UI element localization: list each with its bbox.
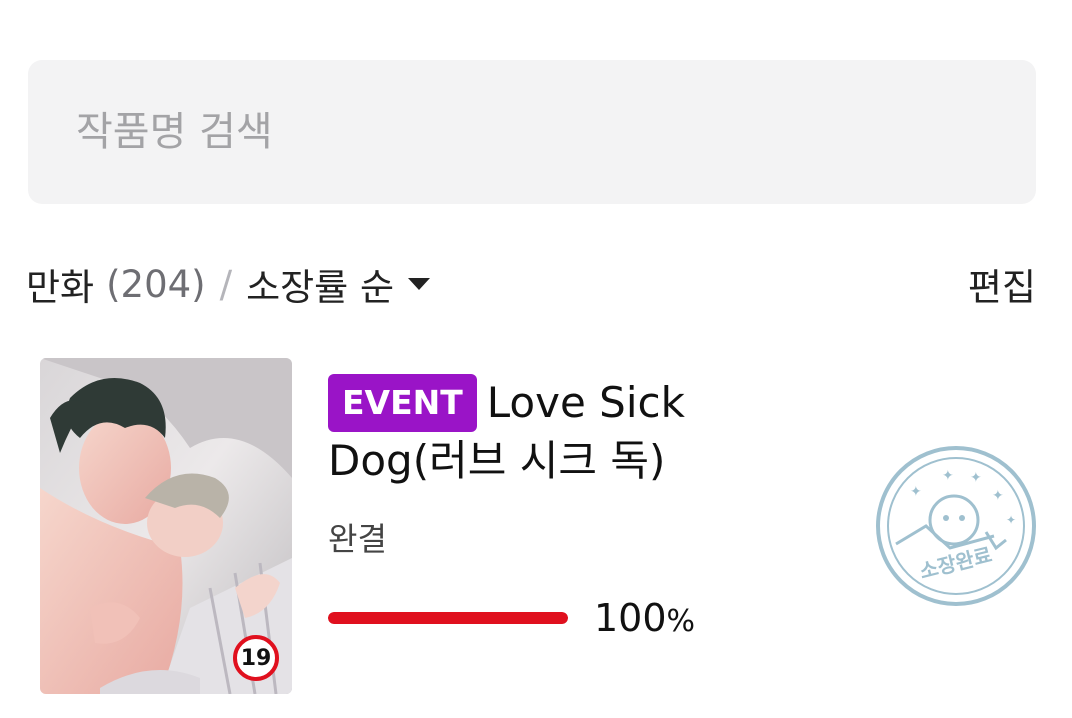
svg-text:✦: ✦ [970,470,982,486]
age-rating-badge: 19 [233,635,279,681]
sort-dropdown[interactable]: 소장률 순 [246,257,430,311]
search-input[interactable] [28,60,1036,204]
progress-row: 100% [328,596,695,640]
book-title-line[interactable]: EVENT Love Sick Dog(러브 시크 독) [328,374,828,490]
sort-label: 소장률 순 [246,266,394,309]
library-toolbar: 만화 (204) / 소장률 순 편집 [26,254,1036,314]
book-info: EVENT Love Sick Dog(러브 시크 독) 완결 [328,374,828,560]
filter-group: 만화 (204) / 소장률 순 [26,257,430,311]
search-box[interactable] [28,60,1036,204]
progress-number: 100 [594,596,667,640]
caret-down-icon [407,278,430,290]
progress-fill [328,612,568,624]
category-label[interactable]: 만화 [26,257,94,311]
svg-text:✦: ✦ [942,468,954,484]
divider: / [219,262,233,306]
category-count: (204) [106,262,206,306]
svg-text:✦: ✦ [992,488,1004,504]
progress-bar [328,612,568,624]
stamp-text: 소장완료 [917,542,994,583]
edit-button[interactable]: 편집 [968,257,1036,311]
owned-stamp: ✦ ✦ ✦ ✦ ✦ 소장완료 [874,444,1038,608]
progress-text: 100% [594,596,695,640]
svg-text:✦: ✦ [910,484,922,500]
status-label: 완결 [328,520,387,558]
event-badge: EVENT [328,374,477,432]
book-list-item[interactable]: 19 EVENT Love Sick Dog(러브 시크 독) 완결 100% ✦… [40,358,1040,698]
svg-text:✦: ✦ [1006,513,1016,527]
progress-unit: % [666,604,696,639]
owned-stamp-icon: ✦ ✦ ✦ ✦ ✦ 소장완료 [876,446,1036,606]
book-cover[interactable]: 19 [40,358,292,694]
